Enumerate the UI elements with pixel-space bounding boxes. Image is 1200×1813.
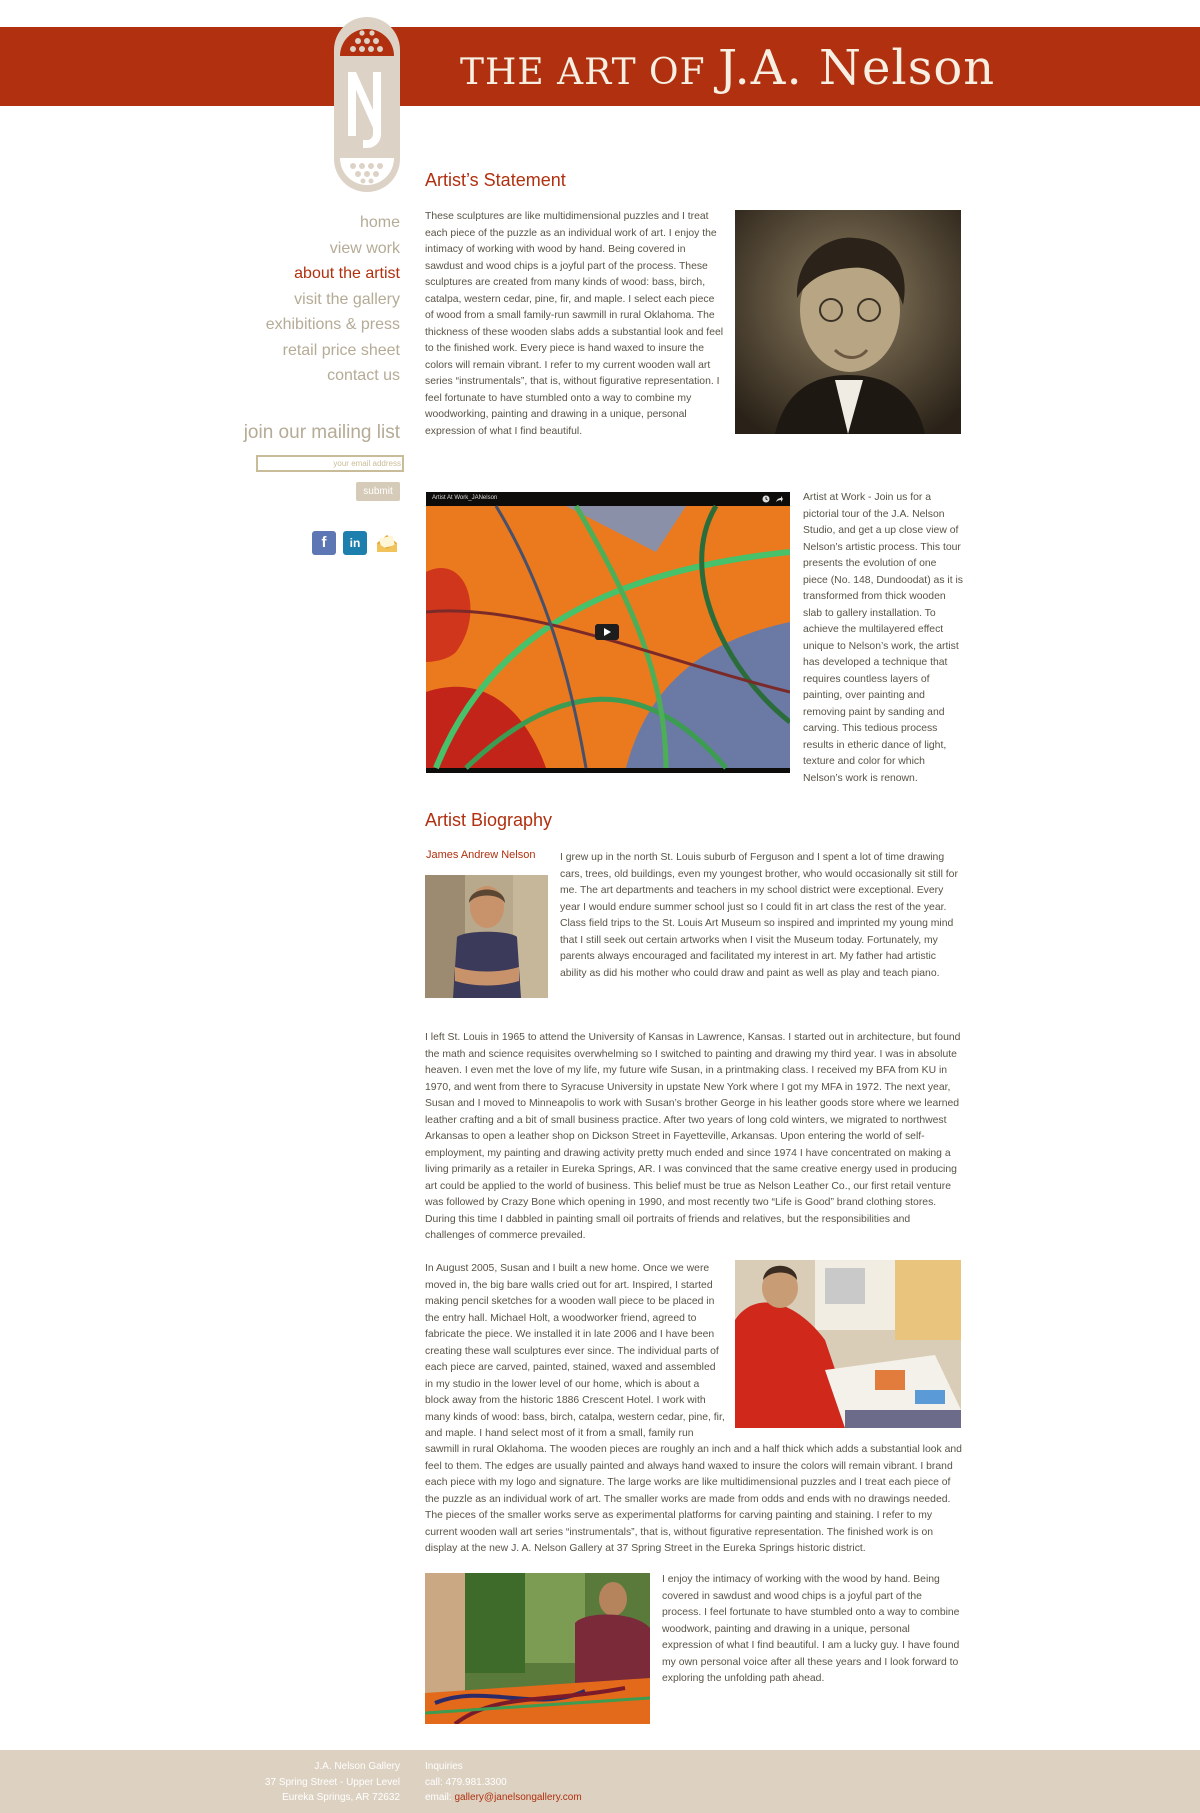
- statement-title: Artist’s Statement: [425, 170, 566, 190]
- artist-name-caption: James Andrew Nelson: [426, 849, 536, 861]
- biography-paragraph-3-rest: sawmill in rural Oklahoma. The wooden pi…: [425, 1444, 962, 1554]
- statement-text: These sculptures are like multidimension…: [425, 211, 724, 437]
- footer-email-link[interactable]: gallery@janelsongallery.com: [454, 1792, 581, 1803]
- footer-street: 37 Spring Street - Upper Level: [264, 1776, 400, 1788]
- nav-visit-the-gallery[interactable]: visit the gallery: [266, 287, 400, 313]
- footer-inquiries-label: Inquiries: [425, 1761, 463, 1772]
- video-title: Artist At Work_JANelson: [432, 495, 498, 501]
- site-title-name: J.A. Nelson: [718, 40, 996, 96]
- nav-contact-us[interactable]: contact us: [266, 363, 400, 389]
- main-nav: home view work about the artist visit th…: [266, 210, 400, 389]
- video-clock-icon[interactable]: [762, 495, 770, 503]
- footer-contact: Inquiries call: 479.981.3300 email: gall…: [425, 1759, 582, 1806]
- linkedin-glyph: in: [349, 536, 361, 550]
- linkedin-icon[interactable]: in: [343, 531, 367, 555]
- artist-workshop-photo: [425, 1573, 650, 1724]
- biography-title: Artist Biography: [425, 810, 553, 830]
- email-input[interactable]: [256, 455, 404, 472]
- submit-button[interactable]: submit: [356, 482, 400, 501]
- nav-retail-price-sheet[interactable]: retail price sheet: [266, 338, 400, 364]
- site-title[interactable]: THE ART OF J.A. Nelson: [460, 33, 995, 103]
- artist-portrait-photo: [735, 210, 961, 434]
- biography-paragraph-4: I enjoy the intimacy of working with the…: [662, 1574, 960, 1684]
- nav-view-work[interactable]: view work: [266, 236, 400, 262]
- footer-address: J.A. Nelson Gallery 37 Spring Street - U…: [265, 1759, 400, 1806]
- footer-phone: call: 479.981.3300: [425, 1776, 507, 1788]
- facebook-glyph: f: [321, 534, 327, 551]
- artist-drawing-photo: [735, 1260, 961, 1428]
- nav-exhibitions-press[interactable]: exhibitions & press: [266, 312, 400, 338]
- footer-email-row: email: gallery@janelsongallery.com: [425, 1790, 582, 1806]
- nav-about-the-artist[interactable]: about the artist: [266, 261, 400, 287]
- biography-paragraph-2: I left St. Louis in 1965 to attend the U…: [425, 1032, 961, 1241]
- biography-paragraph-1: I grew up in the north St. Louis suburb …: [560, 852, 958, 979]
- site-title-prefix: THE ART OF: [460, 52, 706, 93]
- footer-city: Eureka Springs, AR 72632: [282, 1792, 400, 1803]
- footer-email-label: email:: [425, 1792, 455, 1803]
- nav-home[interactable]: home: [266, 210, 400, 236]
- jn-monogram-logo-icon[interactable]: [333, 16, 401, 193]
- mailing-list-title: join our mailing list: [243, 422, 400, 443]
- video-share-icon[interactable]: [775, 495, 783, 503]
- facebook-icon[interactable]: f: [312, 531, 336, 555]
- email-icon[interactable]: [375, 531, 399, 555]
- video-play-button[interactable]: [595, 624, 619, 640]
- video-description: Artist at Work - Join us for a pictorial…: [803, 492, 963, 784]
- footer: [0, 1750, 1200, 1813]
- footer-gallery-name: J.A. Nelson Gallery: [314, 1761, 400, 1772]
- biography-paragraph-3-wrap: In August 2005, Susan and I built a new …: [425, 1263, 725, 1439]
- artist-casual-photo: [425, 875, 548, 998]
